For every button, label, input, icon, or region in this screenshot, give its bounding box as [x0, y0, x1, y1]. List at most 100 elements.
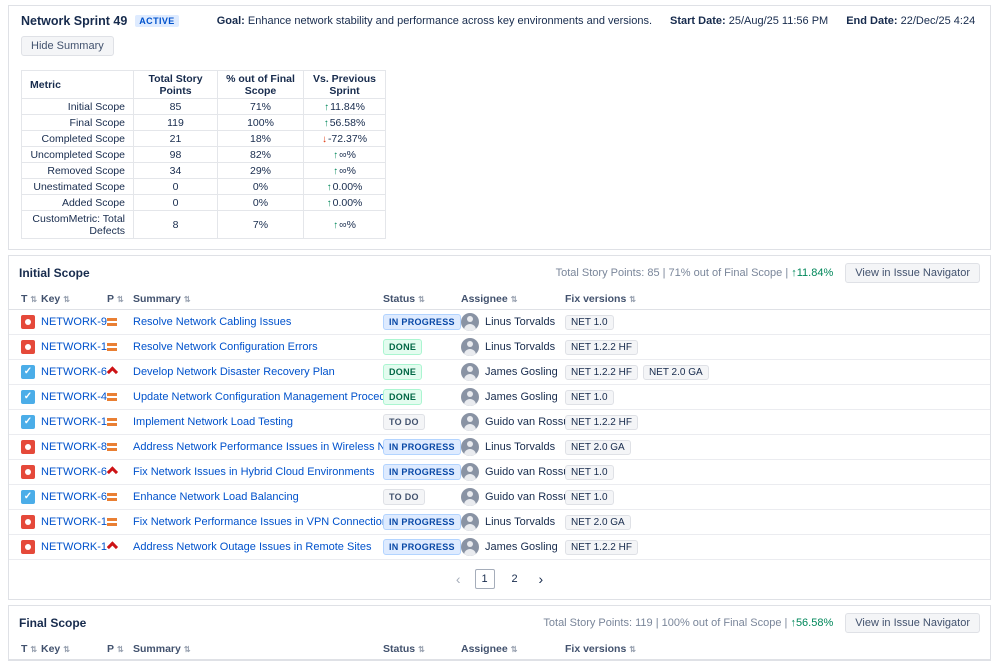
issue-key-link[interactable]: NETWORK-81: [41, 441, 107, 453]
trend-value: ∞%: [339, 148, 356, 161]
column-header-p[interactable]: P ⇅: [107, 289, 133, 310]
column-header-p[interactable]: P ⇅: [107, 639, 133, 660]
issue-summary-link[interactable]: Address Network Performance Issues in Wi…: [133, 441, 383, 453]
status-lozenge: IN PROGRESS: [383, 314, 461, 330]
issue-summary-link[interactable]: Fix Network Issues in Hybrid Cloud Envir…: [133, 466, 374, 478]
assignee: James Gosling: [461, 388, 559, 406]
bug-icon: [21, 340, 35, 354]
issue-assignee-cell: James Gosling: [461, 384, 565, 410]
pagination-page-current[interactable]: 1: [474, 569, 495, 589]
priority-high-icon: [107, 466, 119, 478]
issue-status-cell: TO DO: [383, 409, 461, 435]
issue-key-link[interactable]: NETWORK-61: [41, 466, 107, 478]
trend-value: ∞%: [339, 218, 356, 231]
metric-name: Added Scope: [21, 194, 134, 211]
pagination-prev-button[interactable]: ‹: [452, 569, 465, 589]
avatar: [461, 338, 479, 356]
column-header-key[interactable]: Key ⇅: [41, 289, 107, 310]
column-header-t[interactable]: T ⇅: [9, 639, 41, 660]
issue-summary-cell: Update Network Configuration Management …: [133, 384, 383, 410]
column-header-assignee[interactable]: Assignee ⇅: [461, 289, 565, 310]
issue-type-cell: [9, 309, 41, 335]
status-lozenge: IN PROGRESS: [383, 514, 461, 530]
issue-fix-versions-cell: NET 1.0: [565, 459, 990, 485]
issue-type-cell: ✓: [9, 409, 41, 435]
initial-scope-title: Initial Scope: [19, 266, 90, 280]
column-label: T: [21, 643, 28, 655]
issue-summary-link[interactable]: Enhance Network Load Balancing: [133, 491, 299, 503]
issue-summary-link[interactable]: Implement Network Load Testing: [133, 416, 293, 428]
issue-type-cell: ✓: [9, 484, 41, 510]
assignee: Guido van Rossum: [461, 463, 565, 481]
assignee-name: James Gosling: [485, 366, 558, 378]
hide-summary-button[interactable]: Hide Summary: [21, 36, 114, 56]
trend-up-icon: ↑: [324, 101, 330, 113]
column-header-fix-versions[interactable]: Fix versions ⇅: [565, 289, 990, 310]
issue-key-link[interactable]: NETWORK-62: [41, 491, 107, 503]
issue-row: NETWORK-103 Resolve Network Configuration…: [9, 334, 990, 360]
avatar: [461, 513, 479, 531]
trend-up-icon: ↑: [333, 219, 339, 231]
issue-key-link[interactable]: NETWORK-103: [41, 341, 107, 353]
column-label: Assignee: [461, 293, 508, 305]
avatar: [461, 363, 479, 381]
column-header-summary[interactable]: Summary ⇅: [133, 289, 383, 310]
issue-fix-versions-cell: NET 1.0: [565, 384, 990, 410]
fix-version-chip: NET 2.0 GA: [565, 439, 631, 455]
issue-row: NETWORK-61 Fix Network Issues in Hybrid C…: [9, 459, 990, 485]
metric-total-points: 8: [133, 210, 218, 239]
issue-summary-cell: Address Network Outage Issues in Remote …: [133, 534, 383, 560]
metric-name: CustomMetric: Total Defects: [21, 210, 134, 239]
sprint-start-date: Start Date: 25/Aug/25 11:56 PM: [670, 15, 828, 27]
issue-key-link[interactable]: NETWORK-16: [41, 541, 107, 553]
metric-vs-previous: ↑0.00%: [303, 178, 386, 195]
issue-summary-cell: Implement Network Load Testing: [133, 409, 383, 435]
issue-priority-cell: [107, 384, 133, 410]
issue-status-cell: TO DO: [383, 484, 461, 510]
metrics-row: Uncompleted Scope 98 82% ↑∞%: [21, 146, 386, 163]
issue-key-link[interactable]: NETWORK-44: [41, 391, 107, 403]
column-header-key[interactable]: Key ⇅: [41, 639, 107, 660]
view-in-issue-navigator-button[interactable]: View in Issue Navigator: [845, 613, 980, 633]
issue-summary-link[interactable]: Update Network Configuration Management …: [133, 391, 383, 403]
issue-summary-link[interactable]: Resolve Network Configuration Errors: [133, 341, 318, 353]
sprint-end-date: End Date: 22/Dec/25 4:24 PM: [846, 15, 978, 27]
column-header-status[interactable]: Status ⇅: [383, 639, 461, 660]
metrics-row: Removed Scope 34 29% ↑∞%: [21, 162, 386, 179]
issue-summary-link[interactable]: Resolve Network Cabling Issues: [133, 316, 291, 328]
trend-value: 11.84%: [330, 100, 365, 113]
column-header-summary[interactable]: Summary ⇅: [133, 639, 383, 660]
column-header-t[interactable]: T ⇅: [9, 289, 41, 310]
avatar: [461, 463, 479, 481]
issue-header-row: T ⇅ Key ⇅ P ⇅ Summary ⇅ Status ⇅ Assignee ⇅ Fix vers…: [9, 639, 990, 660]
issue-assignee-cell: James Gosling: [461, 534, 565, 560]
metric-pct-final-scope: 29%: [217, 162, 304, 179]
issue-key-link[interactable]: NETWORK-100: [41, 416, 107, 428]
trend-value: 56.58%: [329, 116, 366, 129]
sort-icon: ⇅: [510, 645, 518, 654]
issue-summary-link[interactable]: Fix Network Performance Issues in VPN Co…: [133, 516, 383, 528]
issue-summary-cell: Fix Network Performance Issues in VPN Co…: [133, 509, 383, 535]
issue-key-link[interactable]: NETWORK-60: [41, 366, 107, 378]
column-header-status[interactable]: Status ⇅: [383, 289, 461, 310]
column-header-fix-versions[interactable]: Fix versions ⇅: [565, 639, 990, 660]
issue-assignee-cell: Linus Torvalds: [461, 334, 565, 360]
issue-status-cell: IN PROGRESS: [383, 459, 461, 485]
issue-key-cell: NETWORK-44: [41, 384, 107, 410]
issue-status-cell: IN PROGRESS: [383, 434, 461, 460]
issue-status-cell: IN PROGRESS: [383, 509, 461, 535]
column-header-assignee[interactable]: Assignee ⇅: [461, 639, 565, 660]
issue-fix-versions-cell: NET 2.0 GA: [565, 434, 990, 460]
issue-key-link[interactable]: NETWORK-11: [41, 516, 107, 528]
issue-key-link[interactable]: NETWORK-99: [41, 316, 107, 328]
sort-icon: ⇅: [629, 295, 636, 304]
issue-type-cell: [9, 334, 41, 360]
issue-summary-link[interactable]: Develop Network Disaster Recovery Plan: [133, 366, 335, 378]
view-in-issue-navigator-button[interactable]: View in Issue Navigator: [845, 263, 980, 283]
column-label: Summary: [133, 643, 181, 655]
pagination-next-button[interactable]: ›: [535, 569, 548, 589]
pagination-page[interactable]: 2: [505, 569, 525, 589]
issue-summary-link[interactable]: Address Network Outage Issues in Remote …: [133, 541, 371, 553]
bug-icon: [21, 465, 35, 479]
sort-icon: ⇅: [117, 295, 124, 304]
